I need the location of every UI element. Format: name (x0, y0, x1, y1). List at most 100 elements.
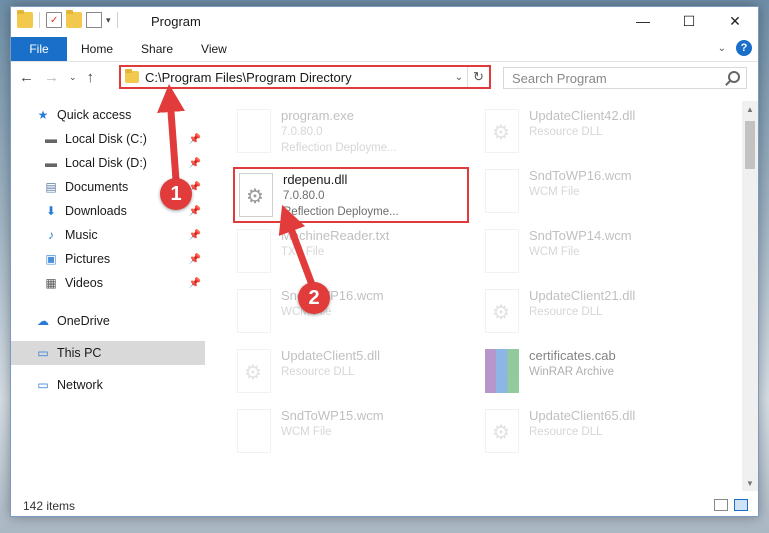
file-item[interactable]: SndToWP16.wcm WCM File (485, 167, 715, 221)
wcm-file-icon (237, 289, 271, 333)
file-item[interactable]: UpdateClient42.dll Resource DLL (485, 107, 715, 161)
file-item[interactable]: MachineReader.txt TXT File (237, 227, 467, 281)
file-item[interactable]: SndToWP15.wcm WCM File (237, 407, 467, 461)
computer-icon: ▭ (37, 346, 49, 360)
details-view-icon[interactable] (714, 499, 728, 511)
properties-icon[interactable]: ✓ (46, 12, 62, 28)
title-bar: ✓ ▾ Program — ☐ ✕ (11, 7, 758, 35)
search-icon[interactable] (728, 71, 740, 83)
customize-chevron-icon[interactable]: ▾ (106, 15, 111, 26)
file-detail: 7.0.80.0 (283, 190, 325, 202)
sidebar-item-music[interactable]: ♪ Music 📌 (11, 223, 205, 247)
file-detail: WCM File (281, 426, 332, 438)
maximize-button[interactable]: ☐ (666, 7, 712, 35)
pin-icon[interactable]: 📌 (189, 230, 201, 241)
scroll-up-icon[interactable]: ▲ (742, 101, 758, 117)
pin-icon[interactable]: 📌 (189, 134, 201, 145)
sidebar-item-label: Network (57, 378, 103, 392)
forward-arrow-icon[interactable]: → (44, 69, 59, 86)
file-name: certificates.cab (529, 348, 616, 363)
divider (116, 12, 118, 28)
scroll-down-icon[interactable]: ▼ (742, 475, 758, 491)
sidebar-item-label: Videos (65, 276, 103, 290)
sidebar-item-label: This PC (57, 346, 102, 360)
documents-icon: ▤ (45, 180, 57, 194)
file-item[interactable]: UpdateClient65.dll Resource DLL (485, 407, 715, 461)
minimize-button[interactable]: — (620, 7, 666, 35)
expand-ribbon-icon[interactable]: ⌄ (718, 43, 726, 54)
sidebar-item-label: Downloads (65, 204, 127, 218)
refresh-icon[interactable]: ↻ (467, 67, 489, 87)
file-detail: Resource DLL (529, 126, 603, 138)
file-detail: WCM File (529, 246, 580, 258)
sidebar-item-label: Local Disk (D:) (65, 156, 147, 170)
tab-file[interactable]: File (11, 37, 67, 61)
file-item[interactable]: UpdateClient21.dll Resource DLL (485, 287, 715, 341)
new-folder-icon[interactable] (66, 10, 82, 28)
file-detail: Resource DLL (529, 426, 603, 438)
address-dropdown-icon[interactable]: ⌄ (451, 72, 467, 83)
text-file-icon (237, 229, 271, 273)
file-item[interactable]: UpdateClient5.dll Resource DLL (237, 347, 467, 401)
sidebar-item-videos[interactable]: ▦ Videos 📌 (11, 271, 205, 295)
file-detail: WCM File (529, 186, 580, 198)
pin-icon[interactable]: 📌 (189, 254, 201, 265)
file-name: SndToWP14.wcm (529, 228, 632, 243)
file-item[interactable]: certificates.cab WinRAR Archive (485, 347, 715, 401)
recent-chevron-icon[interactable]: ⌄ (69, 72, 77, 83)
wcm-file-icon (485, 169, 519, 213)
file-detail: Reflection Deployme... (281, 142, 397, 154)
scroll-thumb[interactable] (745, 121, 755, 169)
address-path[interactable]: C:\Program Files\Program Directory (145, 70, 451, 85)
search-input[interactable]: Search Program (503, 67, 747, 89)
sidebar-item-pictures[interactable]: ▣ Pictures 📌 (11, 247, 205, 271)
dll-file-icon (485, 109, 519, 153)
explorer-window: ✓ ▾ Program — ☐ ✕ File Home Share View ⌄… (10, 6, 759, 517)
sidebar-item-local-disk-d[interactable]: ▬ Local Disk (D:) 📌 (11, 151, 205, 175)
file-detail: 7.0.80.0 (281, 126, 323, 138)
pin-icon[interactable]: 📌 (189, 158, 201, 169)
pictures-icon: ▣ (45, 252, 57, 266)
cloud-icon: ☁ (37, 314, 49, 328)
tab-share[interactable]: Share (127, 37, 187, 61)
sidebar-item-network[interactable]: ▭ Network (11, 373, 205, 397)
sidebar-item-label: Quick access (57, 108, 132, 122)
status-bar: 142 items (11, 495, 758, 517)
dll-file-icon (237, 349, 271, 393)
wcm-file-icon (485, 229, 519, 273)
wcm-file-icon (237, 409, 271, 453)
back-arrow-icon[interactable]: ← (19, 69, 34, 86)
address-bar[interactable]: C:\Program Files\Program Directory ⌄ ↻ (119, 65, 491, 89)
navigation-bar: ← → ⌄ ↑ C:\Program Files\Program Directo… (11, 63, 758, 93)
file-name: UpdateClient42.dll (529, 108, 636, 123)
tab-home[interactable]: Home (67, 37, 127, 61)
divider (11, 61, 758, 62)
help-icon[interactable]: ? (736, 40, 752, 56)
close-button[interactable]: ✕ (712, 7, 758, 35)
vertical-scrollbar[interactable]: ▲ ▼ (742, 101, 758, 491)
sidebar-item-this-pc[interactable]: ▭ This PC (11, 341, 205, 365)
file-name: SndToWP15.wcm (281, 408, 384, 423)
file-name: UpdateClient21.dll (529, 288, 636, 303)
file-name: SndToWP16.wcm (529, 168, 632, 183)
file-detail: WinRAR Archive (529, 366, 614, 378)
sidebar-item-quick-access[interactable]: ★ Quick access (11, 103, 205, 127)
file-item[interactable]: SndToWP14.wcm WCM File (485, 227, 715, 281)
sidebar-item-onedrive[interactable]: ☁ OneDrive (11, 309, 205, 333)
download-icon: ⬇ (45, 204, 57, 218)
file-item[interactable]: SndToWP16.wcm WCM File (237, 287, 467, 341)
navigation-pane: ★ Quick access ▬ Local Disk (C:) 📌 ▬ Loc… (11, 101, 205, 491)
tab-view[interactable]: View (187, 37, 241, 61)
pin-icon[interactable]: 📌 (189, 206, 201, 217)
view-options-icon[interactable] (86, 12, 102, 28)
file-item[interactable]: program.exe 7.0.80.0 Reflection Deployme… (237, 107, 467, 161)
sidebar-item-label: Music (65, 228, 98, 242)
file-name: program.exe (281, 108, 354, 123)
up-arrow-icon[interactable]: ↑ (87, 69, 95, 86)
pin-icon[interactable]: 📌 (189, 278, 201, 289)
large-icons-view-icon[interactable] (734, 499, 748, 511)
sidebar-item-local-disk-c[interactable]: ▬ Local Disk (C:) 📌 (11, 127, 205, 151)
file-item-selected[interactable]: rdepenu.dll 7.0.80.0 Reflection Deployme… (233, 167, 469, 223)
search-placeholder: Search Program (512, 70, 607, 86)
exe-file-icon (237, 109, 271, 153)
